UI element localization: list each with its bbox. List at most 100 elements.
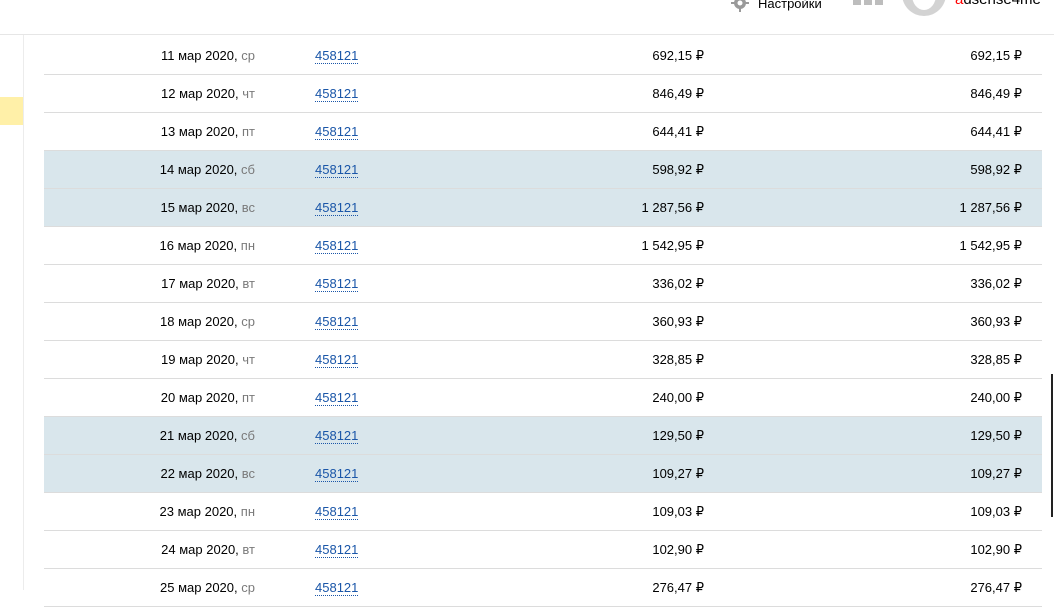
id-link[interactable]: 458121 <box>315 125 359 140</box>
total-cell: 846,49 ₽ <box>970 86 1022 101</box>
amount-cell: 644,41 ₽ <box>652 124 704 139</box>
id-link[interactable]: 458121 <box>315 163 359 178</box>
settings-button[interactable]: Настройки <box>730 0 822 13</box>
weekday-text: чт <box>242 352 255 367</box>
table-row: 12 мар 2020, чт 458121 846,49 ₽ 846,49 ₽ <box>44 75 1042 113</box>
id-link[interactable]: 458121 <box>315 581 359 596</box>
id-cell: 458121 <box>315 531 359 568</box>
username-link[interactable]: adsense4me <box>955 0 1041 8</box>
id-cell: 458121 <box>315 227 359 264</box>
table-row: 13 мар 2020, пт 458121 644,41 ₽ 644,41 ₽ <box>44 113 1042 151</box>
id-cell: 458121 <box>315 265 359 302</box>
date-cell: 23 мар 2020, пн <box>160 493 255 530</box>
total-cell: 109,27 ₽ <box>970 466 1022 481</box>
gear-icon <box>731 0 749 12</box>
id-cell: 458121 <box>315 493 359 530</box>
table-row: 20 мар 2020, пт 458121 240,00 ₽ 240,00 ₽ <box>44 379 1042 417</box>
id-link[interactable]: 458121 <box>315 353 359 368</box>
amount-cell: 692,15 ₽ <box>652 48 704 63</box>
date-text: 23 мар 2020, <box>159 504 238 519</box>
sidebar-active-marker <box>0 97 23 125</box>
id-cell: 458121 <box>315 303 359 340</box>
weekday-text: ср <box>241 580 255 595</box>
id-link[interactable]: 458121 <box>315 87 359 102</box>
date-cell: 12 мар 2020, чт <box>161 75 255 112</box>
table-row: 23 мар 2020, пн 458121 109,03 ₽ 109,03 ₽ <box>44 493 1042 531</box>
weekday-text: ср <box>241 48 255 63</box>
id-cell: 458121 <box>315 417 359 454</box>
weekday-text: сб <box>241 162 255 177</box>
amount-cell: 129,50 ₽ <box>652 428 704 443</box>
total-cell: 336,02 ₽ <box>970 276 1022 291</box>
date-text: 22 мар 2020, <box>160 466 239 481</box>
weekday-text: пн <box>240 504 255 519</box>
amount-cell: 328,85 ₽ <box>652 352 704 367</box>
date-text: 21 мар 2020, <box>159 428 238 443</box>
settings-label: Настройки <box>758 0 822 11</box>
scrollbar-thumb[interactable] <box>1051 374 1053 517</box>
date-cell: 17 мар 2020, вт <box>161 265 255 302</box>
date-cell: 25 мар 2020, ср <box>160 569 255 606</box>
id-cell: 458121 <box>315 341 359 378</box>
total-cell: 692,15 ₽ <box>970 48 1022 63</box>
table-row: 19 мар 2020, чт 458121 328,85 ₽ 328,85 ₽ <box>44 341 1042 379</box>
id-link[interactable]: 458121 <box>315 277 359 292</box>
total-cell: 644,41 ₽ <box>970 124 1022 139</box>
table-row: 24 мар 2020, вт 458121 102,90 ₽ 102,90 ₽ <box>44 531 1042 569</box>
date-cell: 15 мар 2020, вс <box>160 189 255 226</box>
id-link[interactable]: 458121 <box>315 239 359 254</box>
table-row: 15 мар 2020, вс 458121 1 287,56 ₽ 1 287,56 … <box>44 189 1042 227</box>
date-text: 20 мар 2020, <box>160 390 239 405</box>
id-link[interactable]: 458121 <box>315 391 359 406</box>
id-cell: 458121 <box>315 569 359 606</box>
amount-cell: 598,92 ₽ <box>652 162 704 177</box>
date-cell: 24 мар 2020, вт <box>161 531 255 568</box>
weekday-text: сб <box>241 428 255 443</box>
total-cell: 598,92 ₽ <box>970 162 1022 177</box>
id-link[interactable]: 458121 <box>315 49 359 64</box>
amount-cell: 109,03 ₽ <box>652 504 704 519</box>
table-row: 17 мар 2020, вт 458121 336,02 ₽ 336,02 ₽ <box>44 265 1042 303</box>
apps-grid-icon[interactable] <box>853 0 883 6</box>
weekday-text: чт <box>242 86 255 101</box>
date-text: 16 мар 2020, <box>159 238 238 253</box>
total-cell: 240,00 ₽ <box>970 390 1022 405</box>
date-cell: 21 мар 2020, сб <box>160 417 255 454</box>
date-cell: 14 мар 2020, сб <box>160 151 255 188</box>
id-link[interactable]: 458121 <box>315 505 359 520</box>
total-cell: 129,50 ₽ <box>970 428 1022 443</box>
id-link[interactable]: 458121 <box>315 429 359 444</box>
amount-cell: 276,47 ₽ <box>652 580 704 595</box>
id-link[interactable]: 458121 <box>315 543 359 558</box>
date-cell: 16 мар 2020, пн <box>160 227 255 264</box>
date-text: 14 мар 2020, <box>159 162 238 177</box>
weekday-text: вс <box>241 200 255 215</box>
id-link[interactable]: 458121 <box>315 201 359 216</box>
top-header: Настройки adsense4me <box>0 0 1054 35</box>
avatar[interactable] <box>902 0 946 16</box>
id-cell: 458121 <box>315 75 359 112</box>
amount-cell: 109,27 ₽ <box>652 466 704 481</box>
date-text: 17 мар 2020, <box>161 276 239 291</box>
weekday-text: вт <box>242 276 255 291</box>
id-link[interactable]: 458121 <box>315 315 359 330</box>
date-text: 25 мар 2020, <box>160 580 238 595</box>
stats-table: 11 мар 2020, ср 458121 692,15 ₽ 692,15 ₽ 12 … <box>44 37 1042 607</box>
total-cell: 102,90 ₽ <box>970 542 1022 557</box>
date-text: 13 мар 2020, <box>160 124 239 139</box>
table-row: 21 мар 2020, сб 458121 129,50 ₽ 129,50 ₽ <box>44 417 1042 455</box>
date-text: 19 мар 2020, <box>161 352 239 367</box>
id-cell: 458121 <box>315 379 359 416</box>
id-link[interactable]: 458121 <box>315 467 359 482</box>
table-row: 14 мар 2020, сб 458121 598,92 ₽ 598,92 ₽ <box>44 151 1042 189</box>
date-cell: 13 мар 2020, пт <box>161 113 255 150</box>
table-row: 22 мар 2020, вс 458121 109,27 ₽ 109,27 ₽ <box>44 455 1042 493</box>
date-text: 12 мар 2020, <box>161 86 239 101</box>
weekday-text: вс <box>241 466 255 481</box>
date-cell: 20 мар 2020, пт <box>161 379 255 416</box>
table-row: 25 мар 2020, ср 458121 276,47 ₽ 276,47 ₽ <box>44 569 1042 607</box>
date-text: 24 мар 2020, <box>161 542 239 557</box>
date-cell: 19 мар 2020, чт <box>161 341 255 378</box>
total-cell: 328,85 ₽ <box>970 352 1022 367</box>
total-cell: 360,93 ₽ <box>970 314 1022 329</box>
